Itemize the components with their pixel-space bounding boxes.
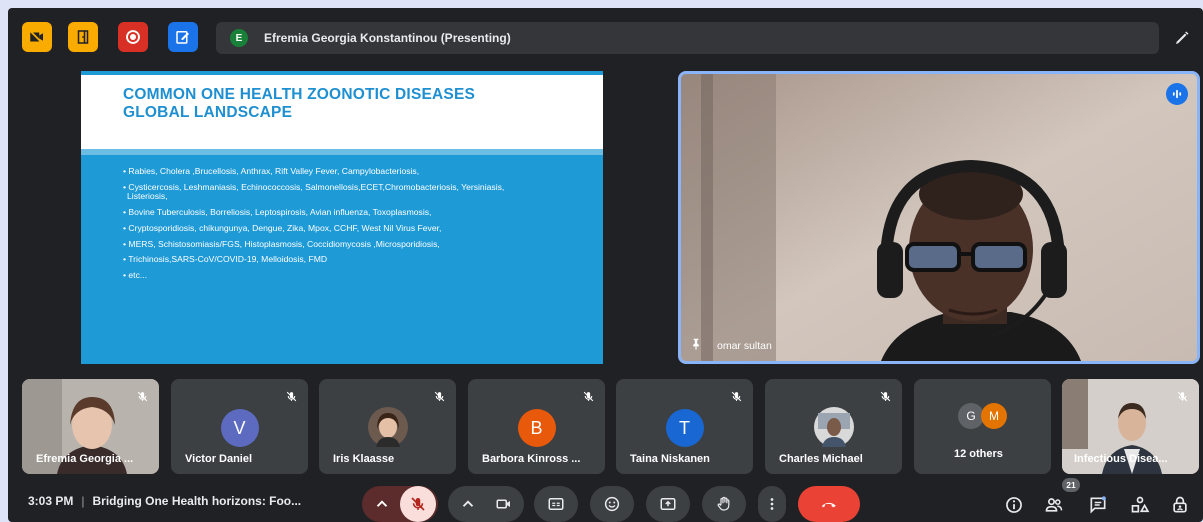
- host-controls-icon[interactable]: [1170, 495, 1190, 515]
- participant-name: Iris Klaasse: [333, 453, 395, 465]
- featured-participant-name: omar sultan: [717, 339, 772, 352]
- pen-icon[interactable]: [1170, 26, 1194, 50]
- record-icon[interactable]: [118, 22, 148, 52]
- participant-name: Barbora Kinross ...: [482, 453, 581, 465]
- presentation-slide: COMMON ONE HEALTH ZOONOTIC DISEASES GLOB…: [81, 71, 603, 364]
- participant-name: Victor Daniel: [185, 453, 253, 465]
- slide-divider: [81, 149, 603, 155]
- info-icon[interactable]: [1004, 495, 1024, 515]
- camera-icon[interactable]: [486, 495, 522, 513]
- participant-tile-others[interactable]: G M 12 others: [914, 379, 1051, 474]
- participant-avatar: T: [665, 409, 704, 447]
- slide-bullet: etc...: [123, 270, 543, 280]
- slide-title: COMMON ONE HEALTH ZOONOTIC DISEASES GLOB…: [123, 86, 476, 121]
- participant-name: Infectious Disea...: [1074, 453, 1168, 465]
- chevron-up-icon[interactable]: [364, 495, 400, 513]
- featured-name-label: omar sultan: [689, 337, 772, 354]
- activities-icon[interactable]: [1130, 495, 1150, 515]
- participant-avatar: V: [220, 409, 259, 447]
- emoji-icon[interactable]: [590, 486, 634, 522]
- chat-icon[interactable]: [1088, 495, 1108, 515]
- participant-tile[interactable]: Charles Michael: [765, 379, 902, 474]
- video-feed: [681, 74, 1197, 361]
- participant-tile[interactable]: Infectious Disea...: [1062, 379, 1199, 474]
- captions-icon[interactable]: [534, 486, 578, 522]
- others-count-label: 12 others: [954, 448, 1003, 460]
- participant-name: Taina Niskanen: [630, 453, 710, 465]
- slide-header: COMMON ONE HEALTH ZOONOTIC DISEASES GLOB…: [81, 75, 603, 149]
- slide-bullet: Cryptosporidiosis, chikungunya, Dengue, …: [123, 223, 543, 233]
- mic-control-group: [362, 486, 438, 522]
- more-options-icon[interactable]: [758, 486, 786, 522]
- slide-bullet-list: Rabies, Cholera ,Brucellosis, Anthrax, R…: [123, 166, 543, 287]
- slide-bullet: Trichinosis,SARS-CoV/COVID-19, Melloidos…: [123, 254, 543, 264]
- participant-photo: [368, 407, 408, 447]
- door-exit-icon[interactable]: [68, 22, 98, 52]
- slide-bullet: MERS, Schistosomiasis/FGS, Histoplasmosi…: [123, 239, 543, 249]
- slide-bullet: Cysticercosis, Leshmaniasis, Echinococco…: [123, 182, 543, 202]
- end-call-icon[interactable]: [798, 486, 860, 522]
- people-count-badge: 21: [1062, 478, 1080, 492]
- raise-hand-icon[interactable]: [702, 486, 746, 522]
- participant-tile[interactable]: T Taina Niskanen: [616, 379, 753, 474]
- mic-off-icon: [429, 386, 449, 406]
- meeting-title[interactable]: Bridging One Health horizons: Foo...: [92, 494, 301, 508]
- presenter-avatar: E: [230, 29, 248, 47]
- pin-icon[interactable]: [689, 337, 703, 354]
- participant-tile[interactable]: V Victor Daniel: [171, 379, 308, 474]
- meet-window: E Efremia Georgia Konstantinou (Presenti…: [8, 8, 1203, 522]
- mic-off-icon: [726, 386, 746, 406]
- mic-off-icon: [132, 386, 152, 406]
- mic-off-icon: [578, 386, 598, 406]
- meeting-info: 3:03 PM | Bridging One Health horizons: Fo…: [28, 494, 302, 508]
- chevron-up-icon[interactable]: [450, 495, 486, 513]
- speaking-indicator-icon: [1166, 83, 1188, 105]
- slide-bullet: Rabies, Cholera ,Brucellosis, Anthrax, R…: [123, 166, 543, 176]
- participant-photo: [814, 407, 854, 447]
- people-icon[interactable]: [1044, 495, 1064, 515]
- presenting-banner: E Efremia Georgia Konstantinou (Presenti…: [216, 22, 1159, 54]
- camera-control-group: [448, 486, 524, 522]
- mic-off-icon: [1172, 386, 1192, 406]
- camera-off-icon[interactable]: [22, 22, 52, 52]
- participant-tile[interactable]: B Barbora Kinross ...: [468, 379, 605, 474]
- edit-form-icon[interactable]: [168, 22, 198, 52]
- participant-avatar: B: [517, 409, 556, 447]
- slide-bullet: Bovine Tuberculosis, Borreliosis, Leptos…: [123, 207, 543, 217]
- participant-tile[interactable]: Iris Klaasse: [319, 379, 456, 474]
- participant-name: Efremia Georgia ...: [36, 453, 134, 465]
- present-icon[interactable]: [646, 486, 690, 522]
- mic-off-icon[interactable]: [400, 486, 436, 522]
- meeting-time: 3:03 PM: [28, 494, 74, 508]
- featured-video-tile[interactable]: omar sultan: [678, 71, 1200, 364]
- mic-off-icon: [875, 386, 895, 406]
- participant-avatar: M: [981, 403, 1007, 429]
- mic-off-icon: [281, 386, 301, 406]
- participant-tile[interactable]: Efremia Georgia ...: [22, 379, 159, 474]
- bottom-control-bar: 3:03 PM | Bridging One Health horizons: Fo…: [8, 478, 1203, 522]
- participant-name: Charles Michael: [779, 453, 863, 465]
- presenter-label: Efremia Georgia Konstantinou (Presenting…: [264, 31, 511, 45]
